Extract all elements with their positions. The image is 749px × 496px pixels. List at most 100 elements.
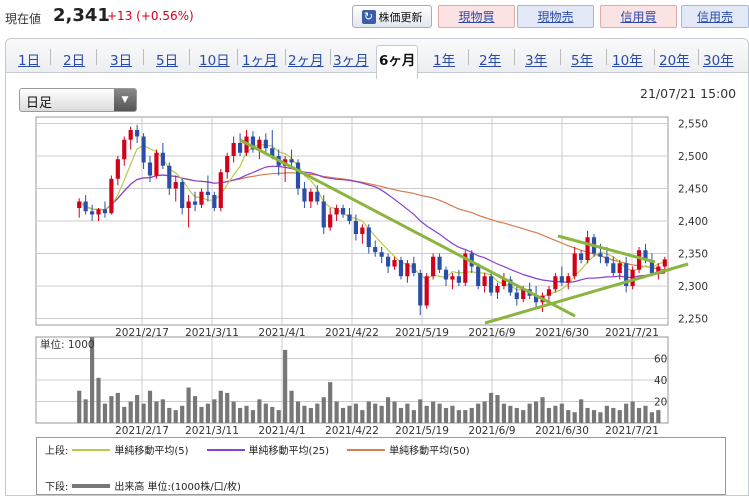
volume-bar bbox=[508, 405, 513, 423]
volume-bar bbox=[167, 407, 172, 423]
volume-bar bbox=[263, 403, 268, 423]
volume-bar bbox=[488, 392, 494, 423]
ma5-swatch bbox=[72, 448, 111, 451]
candle bbox=[424, 273, 429, 309]
volume-bar bbox=[180, 405, 185, 423]
volume-bar bbox=[617, 410, 622, 423]
date-tick-label: 2021/4/22 bbox=[325, 425, 379, 437]
legend-ma5: 単純移動平均(5) bbox=[114, 446, 189, 457]
volume-bar bbox=[630, 401, 635, 423]
legend-ma25: 単純移動平均(25) bbox=[248, 446, 330, 457]
legend-volume: 出来高 単位:(1000株/口/枚) bbox=[114, 482, 241, 493]
volume-bar bbox=[579, 399, 584, 423]
price-tick-label: 2,300 bbox=[678, 281, 708, 293]
volume-bar bbox=[250, 410, 256, 423]
date-tick-label: 2021/4/1 bbox=[258, 327, 305, 339]
volume-bar bbox=[463, 410, 468, 423]
volume-bar bbox=[237, 407, 243, 423]
candle bbox=[463, 250, 468, 286]
price-tick-label: 2,550 bbox=[678, 119, 708, 131]
volume-bar bbox=[373, 403, 378, 423]
volume-bar bbox=[199, 406, 204, 423]
volume-bar bbox=[392, 401, 397, 423]
volume-bar bbox=[398, 407, 404, 423]
volume-bar bbox=[636, 407, 642, 423]
volume-bar bbox=[276, 410, 281, 423]
volume-bar bbox=[624, 403, 629, 423]
date-tick-label: 2021/5/19 bbox=[395, 425, 449, 437]
volume-bar bbox=[437, 403, 442, 423]
date-tick-label: 2021/6/9 bbox=[468, 327, 515, 339]
chart-legend: 上段: 単純移動平均(5) 単純移動平均(25) 単純移動平均(50) 下段: … bbox=[36, 437, 726, 495]
volume-bar bbox=[115, 392, 120, 423]
volume-bar bbox=[122, 406, 127, 423]
candle bbox=[630, 266, 635, 290]
volume-bar bbox=[302, 405, 307, 423]
price-tick-label: 2,250 bbox=[678, 314, 708, 326]
volume-bar bbox=[366, 401, 371, 423]
volume-bar bbox=[431, 401, 436, 423]
volume-bar bbox=[244, 405, 249, 423]
volume-bar bbox=[656, 410, 661, 423]
volume-bar bbox=[559, 403, 564, 423]
legend-upper-row: 上段: 単純移動平均(5) 単純移動平均(25) 単純移動平均(50) bbox=[45, 442, 484, 457]
candle bbox=[109, 175, 114, 215]
ma50-swatch bbox=[347, 448, 386, 451]
volume-bar bbox=[540, 397, 545, 423]
volume-bar bbox=[527, 403, 532, 423]
volume-bar bbox=[598, 412, 603, 423]
volume-bar bbox=[411, 410, 416, 423]
candle bbox=[398, 256, 404, 280]
volume-bar bbox=[96, 377, 101, 423]
volume-bar bbox=[456, 410, 461, 423]
date-tick-label: 2021/5/19 bbox=[395, 327, 449, 339]
volume-bar bbox=[231, 401, 236, 423]
volume-bar bbox=[212, 399, 217, 423]
volume-bar bbox=[186, 387, 191, 423]
volume-bar bbox=[340, 407, 346, 423]
volume-tick-label: 40 bbox=[654, 375, 667, 387]
volume-bar bbox=[270, 406, 275, 423]
volume-bar bbox=[347, 405, 352, 423]
volume-bar bbox=[295, 401, 301, 423]
volume-bar bbox=[495, 395, 500, 423]
volume-bar bbox=[192, 396, 198, 423]
volume-bar bbox=[379, 405, 384, 423]
date-tick-label: 2021/6/30 bbox=[535, 327, 589, 339]
volume-bar bbox=[546, 407, 552, 423]
volume-unit-label: 単位: 1000 bbox=[40, 338, 95, 351]
stock-chart: 2,550 2,500 2,450 2,400 2,350 2,300 2,250 60 40… bbox=[35, 116, 708, 437]
date-tick-label: 2021/3/11 bbox=[185, 327, 239, 339]
date-tick-label: 2021/7/21 bbox=[605, 425, 659, 437]
candle bbox=[154, 149, 159, 179]
price-tick-label: 2,350 bbox=[678, 249, 708, 261]
price-tick-label: 2,500 bbox=[678, 151, 708, 163]
date-tick-label: 2021/6/30 bbox=[535, 425, 589, 437]
volume-bar bbox=[321, 397, 326, 423]
volume-bar bbox=[360, 410, 365, 423]
volume-bar bbox=[102, 403, 108, 423]
volume-bar bbox=[135, 395, 140, 423]
price-tick-label: 2,400 bbox=[678, 216, 708, 228]
volume-bar bbox=[469, 407, 474, 423]
volume-bar bbox=[160, 399, 165, 423]
volume-bar bbox=[405, 403, 410, 423]
volume-swatch bbox=[72, 483, 111, 488]
date-tick-label: 2021/6/9 bbox=[468, 425, 515, 437]
volume-bar bbox=[385, 397, 391, 423]
volume-tick-label: 20 bbox=[654, 397, 667, 409]
legend-lower-row: 下段: 出来高 単位:(1000株/口/枚) bbox=[45, 478, 255, 493]
volume-bar bbox=[553, 405, 558, 423]
volume-bar bbox=[482, 401, 487, 423]
volume-bar bbox=[308, 407, 313, 423]
legend-lower-label: 下段: bbox=[45, 482, 69, 493]
candle bbox=[488, 273, 494, 296]
volume-bar bbox=[572, 412, 577, 423]
legend-upper-label: 上段: bbox=[45, 446, 69, 457]
volume-bar bbox=[334, 401, 339, 423]
volume-bar bbox=[109, 396, 114, 423]
volume-bar bbox=[533, 401, 539, 423]
volume-bar bbox=[501, 403, 507, 423]
price-tick-label: 2,450 bbox=[678, 184, 708, 196]
volume-bar bbox=[476, 403, 481, 423]
